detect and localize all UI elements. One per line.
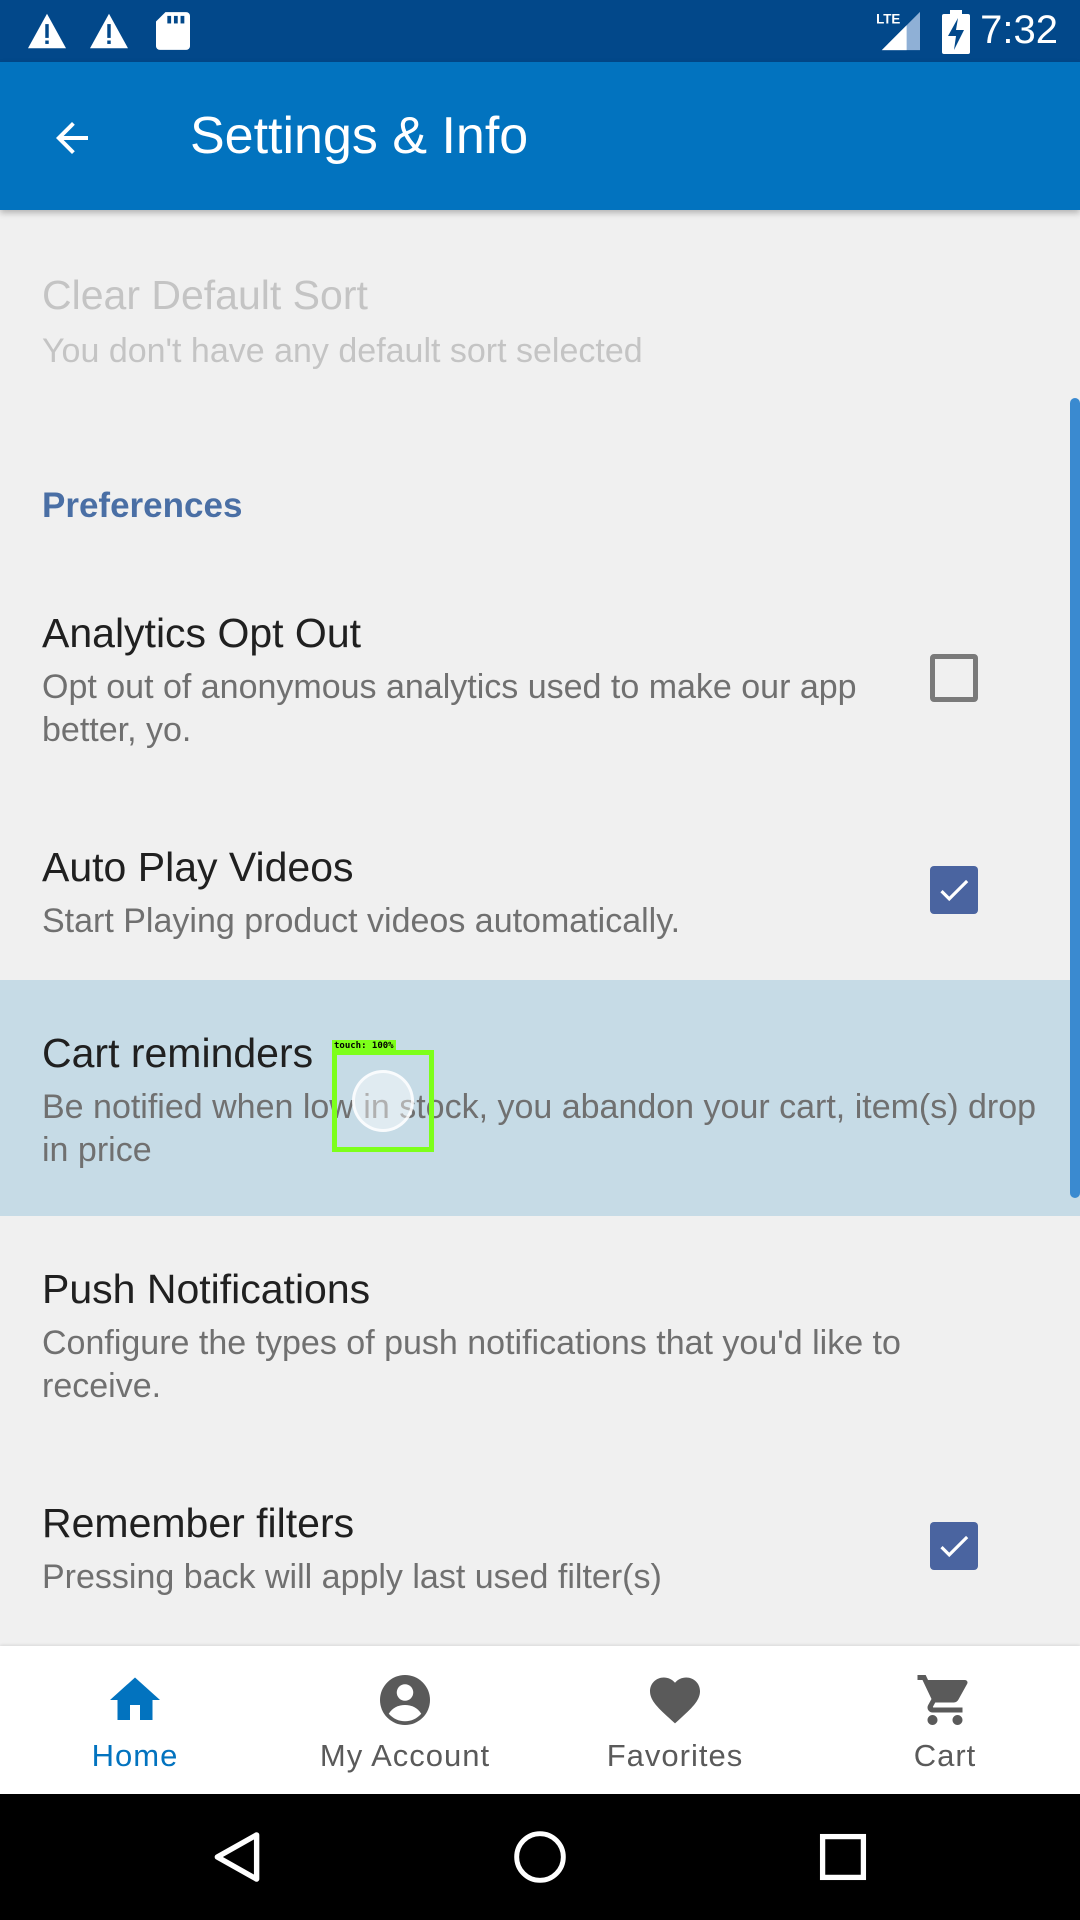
auto-play-videos-summary: Start Playing product videos automatical…	[42, 902, 681, 940]
account-icon	[380, 1675, 430, 1725]
nav-my-account-label: My Account	[319, 1738, 491, 1773]
sd-card-icon	[156, 12, 190, 50]
cart-reminders-item[interactable]: Cart reminders Be notified when low in s…	[0, 980, 1080, 1216]
home-circle-icon	[514, 1831, 566, 1883]
checkmark-icon	[940, 879, 969, 902]
nav-favorites[interactable]: Favorites	[540, 1646, 810, 1794]
nav-home[interactable]: Home	[0, 1646, 270, 1794]
push-notifications-summary: Configure the types of push notification…	[42, 1324, 901, 1405]
clear-default-sort-title: Clear Default Sort	[42, 272, 368, 318]
battery-charging-icon	[942, 10, 970, 54]
system-recents-button[interactable]	[810, 1824, 876, 1890]
nav-cart[interactable]: Cart	[810, 1646, 1080, 1794]
analytics-opt-out-checkbox[interactable]	[930, 654, 978, 702]
clear-default-sort-summary: You don't have any default sort selected	[42, 332, 643, 370]
analytics-opt-out-title: Analytics Opt Out	[42, 610, 362, 656]
nav-home-label: Home	[91, 1738, 179, 1773]
recents-square-icon	[819, 1833, 867, 1881]
page-title: Settings & Info	[190, 107, 529, 165]
auto-play-videos-item[interactable]: Auto Play Videos Start Playing product v…	[0, 802, 1080, 990]
bottom-navigation: Home My Account Favorites Cart	[0, 1646, 1080, 1794]
preferences-category-header: Preferences	[42, 486, 243, 525]
system-back-button[interactable]	[204, 1824, 270, 1890]
warning-icon	[28, 13, 66, 49]
nav-favorites-label: Favorites	[606, 1738, 744, 1773]
system-navigation-bar	[0, 1794, 1080, 1920]
lte-signal-icon: LTE	[876, 11, 920, 51]
scrollbar[interactable]	[1070, 398, 1080, 1198]
warning-icon	[90, 13, 128, 49]
nav-cart-label: Cart	[913, 1738, 977, 1773]
status-bar: LTE 7:32	[0, 0, 1080, 62]
settings-list[interactable]: Clear Default Sort You don't have any de…	[0, 210, 1080, 1646]
cart-icon	[917, 1675, 968, 1725]
cart-reminders-title: Cart reminders	[42, 1030, 314, 1076]
nav-my-account[interactable]: My Account	[270, 1646, 540, 1794]
back-button[interactable]	[36, 102, 108, 174]
home-icon	[110, 1677, 160, 1720]
remember-filters-checkbox[interactable]	[930, 1522, 978, 1570]
app-bar: Settings & Info	[0, 62, 1080, 210]
clear-default-sort-item: Clear Default Sort You don't have any de…	[0, 210, 1080, 370]
checkmark-icon	[940, 1535, 969, 1558]
status-time: 7:32	[980, 8, 1058, 52]
push-notifications-item[interactable]: Push Notifications Configure the types o…	[0, 1216, 1080, 1452]
heart-icon	[650, 1677, 700, 1724]
remember-filters-summary: Pressing back will apply last used filte…	[42, 1558, 662, 1596]
arrow-back-icon	[56, 122, 88, 154]
system-home-button[interactable]	[507, 1824, 573, 1890]
touch-indicator-circle	[352, 1070, 414, 1132]
push-notifications-title: Push Notifications	[42, 1266, 371, 1312]
auto-play-videos-checkbox[interactable]	[930, 866, 978, 914]
remember-filters-title: Remember filters	[42, 1500, 355, 1546]
remember-filters-item[interactable]: Remember filters Pressing back will appl…	[0, 1452, 1080, 1646]
back-triangle-icon	[214, 1832, 260, 1882]
svg-text:LTE: LTE	[876, 11, 900, 26]
auto-play-videos-title: Auto Play Videos	[42, 844, 354, 890]
analytics-opt-out-summary: Opt out of anonymous analytics used to m…	[42, 668, 857, 749]
cart-reminders-summary: Be notified when low in stock, you aband…	[42, 1088, 1037, 1169]
analytics-opt-out-item[interactable]: Analytics Opt Out Opt out of anonymous a…	[0, 570, 1080, 802]
